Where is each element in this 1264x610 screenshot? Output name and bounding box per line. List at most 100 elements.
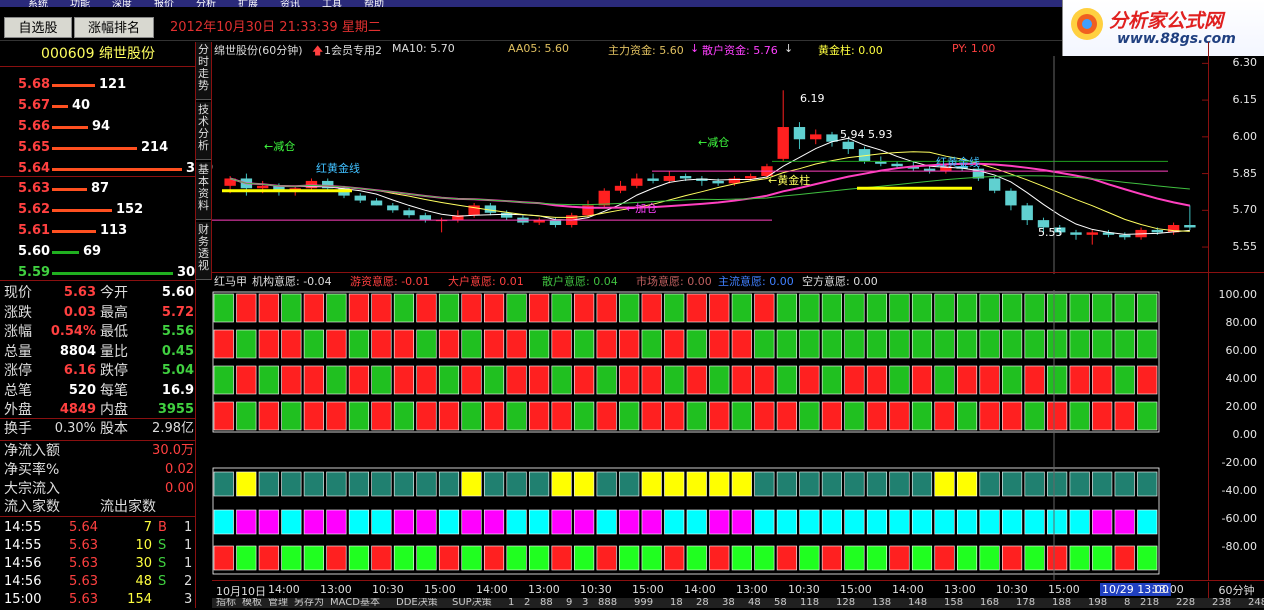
bottom-bar-item[interactable]: 2 (524, 598, 530, 608)
cyan-cell (1137, 509, 1158, 535)
yellow-cell (326, 471, 347, 497)
quote-row: 现价 5.63 今开 5.60 (0, 283, 196, 303)
time-label: 10:30 (788, 583, 820, 596)
bottom-bar-item[interactable]: 999 (634, 598, 653, 608)
bottom-bar-item[interactable]: 188 (1052, 598, 1071, 608)
green-cell (393, 545, 415, 571)
menu-item[interactable]: 功能 (70, 0, 90, 7)
signal-cell (506, 365, 527, 395)
cyan-cell (709, 509, 730, 535)
signal-cell (596, 365, 617, 395)
quote-value: 520 (68, 382, 96, 398)
tab-watchlist[interactable]: 自选股 (4, 17, 72, 38)
bottom-bar-item[interactable]: 248 (1248, 598, 1264, 608)
tick-row: 15:00 5.63 154 3 (0, 590, 196, 610)
signal-cell (731, 329, 752, 359)
signal-cell (1024, 293, 1045, 323)
bottom-bar-item[interactable]: 48 (748, 598, 761, 608)
candle-body (891, 163, 903, 167)
bottom-bar-item[interactable]: DDE决策 (396, 598, 438, 608)
price-axis-label: 5.70 (1232, 203, 1258, 217)
menu-item[interactable]: 系统 (28, 0, 48, 7)
bottom-bar-item[interactable]: 238 (1212, 598, 1231, 608)
candle-body (549, 220, 562, 226)
cyan-cell (416, 509, 437, 535)
bottom-bar-item[interactable]: 模板 (242, 598, 262, 608)
tab-ranking[interactable]: 涨幅排名 (74, 17, 154, 38)
menu-item[interactable]: 资讯 (280, 0, 300, 7)
bottom-bar-item[interactable]: 管理 (268, 598, 288, 608)
bid-price: 5.60 (18, 244, 51, 259)
menu-item[interactable]: 帮助 (364, 0, 384, 7)
inflow-count-label: 流入家数 (4, 499, 60, 515)
indicator-chart[interactable] (212, 290, 1208, 580)
signal-cell (438, 329, 460, 359)
signal-cell (1047, 329, 1068, 359)
price-axis-label: 6.15 (1232, 93, 1258, 107)
signal-cell (348, 365, 369, 395)
time-label: 10:30 (996, 583, 1028, 596)
bottom-bar-item[interactable]: 138 (872, 598, 891, 608)
period-label[interactable]: 60分钟 (1208, 582, 1264, 598)
green-cell (258, 545, 279, 571)
time-label: 13:00 (1152, 583, 1184, 596)
bottom-bar-item[interactable]: 28 (696, 598, 709, 608)
bottom-bar-item[interactable]: 指标 (216, 598, 236, 608)
signal-cell (281, 293, 302, 323)
indicator-axis-label: 40.00 (1225, 372, 1258, 385)
chart-area: 绵世股份(60分钟) 🡅 1会员专用2 MA10: 5.70 AA05: 5.6… (212, 42, 1264, 608)
menu-item[interactable]: 分析 (196, 0, 216, 7)
tick-time: 14:56 (4, 556, 42, 571)
yellow-cell (799, 471, 820, 497)
bottom-bar-item[interactable]: SUP决策 (452, 598, 492, 608)
signal-cell (529, 401, 550, 431)
menu-item[interactable]: 深度 (112, 0, 132, 7)
menu-item[interactable]: 工具 (322, 0, 342, 7)
hot-money-will: 游资意愿: -0.01 (350, 275, 430, 288)
bottom-bar-item[interactable]: 118 (800, 598, 819, 608)
vtab-item[interactable]: 分时走势 (196, 42, 211, 100)
bottom-bar-item[interactable]: 178 (1016, 598, 1035, 608)
vtab-item[interactable]: 技术分析 (196, 102, 211, 160)
bottom-bar-item[interactable]: 148 (908, 598, 927, 608)
bottom-bar-item[interactable]: 128 (836, 598, 855, 608)
ask-row: 5.68 121 (0, 75, 196, 95)
bottom-bar-item[interactable]: 158 (944, 598, 963, 608)
tick-count: 3 (184, 592, 193, 607)
signal-cell (483, 365, 505, 395)
menu-item[interactable]: 报价 (154, 0, 174, 7)
bottom-bar-item[interactable]: 88 (540, 598, 553, 608)
bottom-bar-item[interactable]: 3 (582, 598, 588, 608)
cyan-cell (551, 509, 572, 535)
bottom-bar-item[interactable]: 58 (774, 598, 787, 608)
bottom-bar-item[interactable]: 9 (566, 598, 572, 608)
signal-cell (326, 293, 347, 323)
bottom-bar-item[interactable]: 198 (1088, 598, 1107, 608)
signal-cell (664, 401, 685, 431)
bid-volume: 87 (91, 181, 110, 196)
vtab-item[interactable]: 基本资料 (196, 162, 211, 220)
bottom-bar-item[interactable]: 1 (508, 598, 514, 608)
bottom-bar-item[interactable]: 38 (722, 598, 735, 608)
bottom-bar-item[interactable]: MACD基本 (330, 598, 380, 608)
green-cell (371, 545, 392, 571)
bottom-bar-item[interactable]: 888 (598, 598, 617, 608)
time-label: 15:00 (632, 583, 664, 596)
menu-item[interactable]: 扩展 (238, 0, 258, 7)
vtab-item[interactable]: 财务透视 (196, 222, 211, 280)
turnover-label: 换手 (4, 421, 32, 437)
bottom-bar-item[interactable]: 228 (1176, 598, 1195, 608)
yellow-cell (821, 471, 842, 497)
bottom-bar-item[interactable]: 8 (1124, 598, 1130, 608)
signal-cell (619, 401, 640, 431)
bottom-bar-item[interactable]: 18 (670, 598, 683, 608)
bottom-bar-item[interactable]: 另存为 (294, 598, 324, 608)
flow-row: 大宗流入 0.00 (0, 479, 196, 499)
bottom-bar-item[interactable]: 218 (1140, 598, 1159, 608)
tick-row: 14:55 5.63 10 S 1 (0, 536, 196, 556)
bottom-bar-item[interactable]: 168 (980, 598, 999, 608)
price-chart[interactable]: ←减仓 ←减仓 ←黄金柱 ←加仓 6.19 5.55 5.94 5.93 红黄金线 红黄金线 (212, 56, 1264, 274)
cyan-cell (1047, 509, 1068, 535)
yellow-cell (281, 471, 302, 497)
quote-label: 最高 (100, 304, 128, 321)
